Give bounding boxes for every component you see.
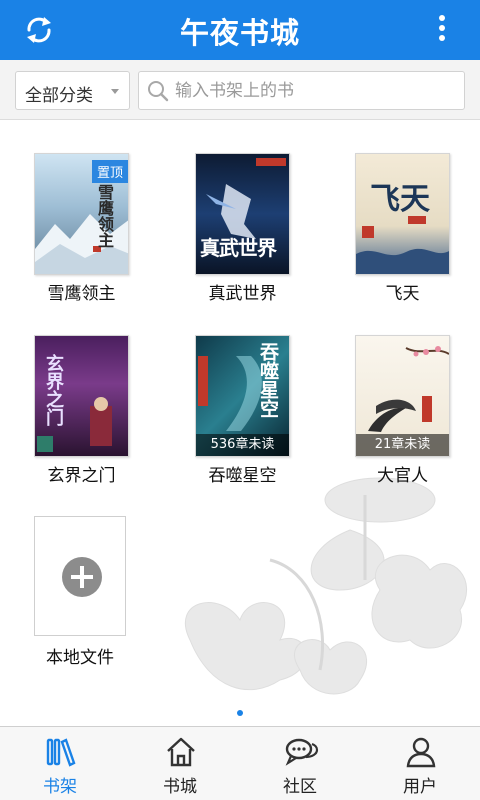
tab-user[interactable]: 用户	[360, 727, 480, 800]
book-cover[interactable]: 吞噬星空 536章未读	[195, 335, 290, 457]
plus-circle-icon	[62, 557, 102, 597]
pinned-badge: 置顶	[91, 160, 128, 183]
tab-bookshelf[interactable]: 书架	[0, 727, 120, 800]
cover-title-text: 飞天	[370, 182, 430, 217]
app-title: 午夜书城	[179, 16, 300, 50]
book-title: 大官人	[377, 466, 428, 486]
user-icon	[406, 737, 436, 768]
book-title: 吞噬星空	[208, 466, 277, 486]
tab-community[interactable]: 社区	[240, 727, 360, 800]
add-local-file-label: 本地文件	[46, 648, 114, 668]
chat-bubbles-icon	[285, 738, 319, 766]
cover-title-text: 吞噬星空	[257, 342, 279, 418]
book-title: 飞天	[385, 284, 420, 304]
cover-title-text: 雪鹰领主	[95, 184, 114, 248]
book-cover[interactable]: 飞天	[355, 153, 450, 275]
cover-title-text: 玄界之门	[43, 354, 64, 426]
bookshelf-icon	[46, 738, 76, 767]
tab-label: 社区	[283, 777, 317, 797]
cover-title-text: 真武世界	[200, 236, 277, 260]
book-cover[interactable]: 21章未读	[355, 335, 450, 457]
unread-chapters-label: 536章未读	[196, 434, 289, 456]
unread-chapters-label: 21章未读	[356, 434, 449, 456]
book-cover[interactable]: 玄界之门	[34, 335, 129, 457]
tab-label: 用户	[403, 777, 437, 797]
page-indicator-dot	[237, 710, 243, 716]
tab-label: 书城	[163, 777, 197, 797]
app-bar: 午夜书城	[0, 0, 480, 60]
book-title: 雪鹰领主	[47, 284, 116, 304]
more-vertical-icon[interactable]	[432, 12, 452, 50]
tab-label: 书架	[43, 777, 77, 797]
category-dropdown[interactable]: 全部分类	[15, 71, 130, 110]
book-cover[interactable]: 雪鹰领主 置顶	[34, 153, 129, 275]
dropdown-caret-icon	[111, 89, 119, 94]
book-cover[interactable]: 真武世界	[195, 153, 290, 275]
book-title: 真武世界	[208, 284, 277, 304]
home-icon	[167, 737, 195, 767]
search-box[interactable]	[138, 71, 465, 110]
search-input[interactable]	[175, 78, 455, 104]
bottom-tab-bar: 书架 书城 社区 用户	[0, 726, 480, 800]
category-label: 全部分类	[25, 86, 93, 106]
add-local-file-button[interactable]	[34, 516, 126, 636]
tab-bookstore[interactable]: 书城	[120, 727, 240, 800]
book-title: 玄界之门	[47, 466, 116, 486]
search-icon	[148, 81, 169, 102]
